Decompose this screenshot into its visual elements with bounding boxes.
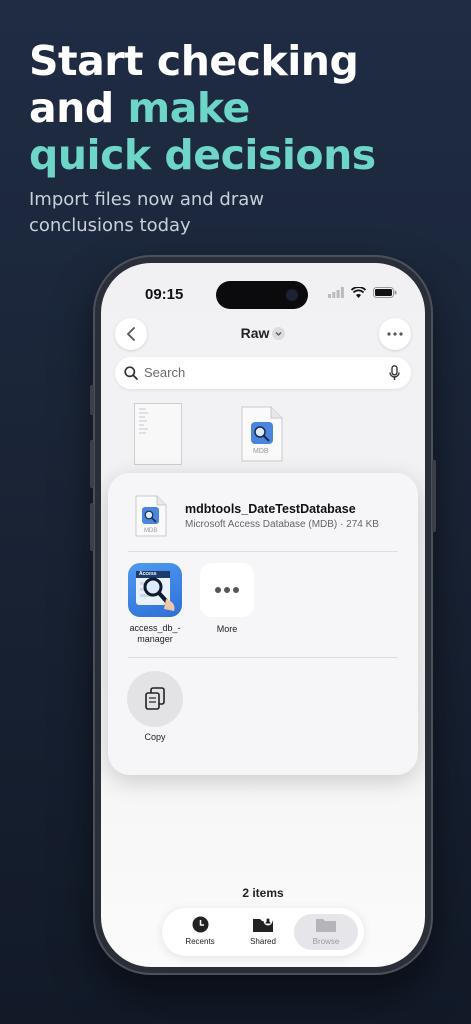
background-file-mdb[interactable]: MDB <box>241 406 283 467</box>
tab-browse[interactable]: Browse <box>294 914 358 950</box>
headline-accent-1: make <box>127 84 250 132</box>
search-icon <box>124 366 138 380</box>
promo-headline: Start checking and make quick decisions <box>29 38 376 179</box>
search-field[interactable]: Search <box>115 357 411 389</box>
dynamic-island <box>216 281 308 309</box>
status-time: 09:15 <box>145 286 184 303</box>
more-apps-label: More <box>216 624 238 634</box>
sheet-divider <box>128 551 398 552</box>
navigation-bar: Raw <box>101 318 425 352</box>
text-document-icon <box>134 403 182 465</box>
status-icons <box>328 287 397 298</box>
phone-side-button <box>90 503 94 551</box>
headline-line-2: and make <box>29 85 376 132</box>
folder-title-label: Raw <box>240 325 270 341</box>
mdb-badge-label: MDB <box>253 448 269 455</box>
search-input[interactable]: Search <box>144 365 185 380</box>
microphone-icon[interactable] <box>389 365 400 381</box>
headline-line-2-text: and <box>29 84 128 132</box>
share-sheet: MDB mdbtools_DateTestDatabase Microsoft … <box>108 473 418 775</box>
tab-browse-label: Browse <box>312 937 340 946</box>
copy-label: Copy <box>144 732 166 742</box>
more-apps-button[interactable] <box>200 563 254 617</box>
access-db-manager-label: access_db_- manager <box>129 623 181 644</box>
signal-icon <box>328 287 344 298</box>
phone-frame: 09:15 Raw Search MDB MDB mdbtools_DateTe… <box>90 255 436 975</box>
status-bar: 09:15 <box>101 281 425 309</box>
background-file-text[interactable] <box>134 403 182 470</box>
tab-shared[interactable]: Shared <box>231 914 295 950</box>
folder-title[interactable]: Raw <box>101 325 425 341</box>
shared-file-badge: MDB <box>144 528 158 534</box>
access-app-badge: Access <box>139 571 157 577</box>
shared-file-name: mdbtools_DateTestDatabase <box>185 502 356 516</box>
tab-recents[interactable]: Recents <box>168 914 232 950</box>
ellipsis-icon <box>215 587 239 593</box>
phone-side-button <box>90 385 94 415</box>
phone-screen: 09:15 Raw Search MDB MDB mdbtools_DateTe… <box>101 263 425 967</box>
ellipsis-icon <box>387 332 403 336</box>
clock-icon <box>192 916 209 933</box>
copy-icon <box>145 687 165 710</box>
shared-folder-icon <box>253 916 273 932</box>
wifi-icon <box>351 287 366 298</box>
chevron-down-icon <box>272 326 286 340</box>
items-count: 2 items <box>242 886 284 900</box>
phone-power-button <box>432 460 436 532</box>
shared-file-meta: Microsoft Access Database (MDB) · 274 KB <box>185 519 379 530</box>
tab-bar: Recents Shared Browse <box>162 908 364 956</box>
tab-recents-label: Recents <box>185 937 215 946</box>
camera-icon <box>286 289 298 301</box>
more-options-button[interactable] <box>379 318 411 350</box>
sheet-divider <box>128 657 398 658</box>
headline-accent-2: quick decisions <box>29 131 376 179</box>
phone-side-button <box>90 440 94 488</box>
folder-icon <box>316 919 336 932</box>
promo-subhead: Import files now and draw conclusions to… <box>29 189 265 236</box>
tab-shared-label: Shared <box>250 937 276 946</box>
copy-button[interactable] <box>127 671 183 727</box>
battery-icon <box>373 287 397 298</box>
access-db-manager-app-button[interactable]: Access <box>128 563 182 617</box>
shared-file-icon: MDB <box>135 495 167 542</box>
headline-line-1: Start checking <box>29 37 359 85</box>
